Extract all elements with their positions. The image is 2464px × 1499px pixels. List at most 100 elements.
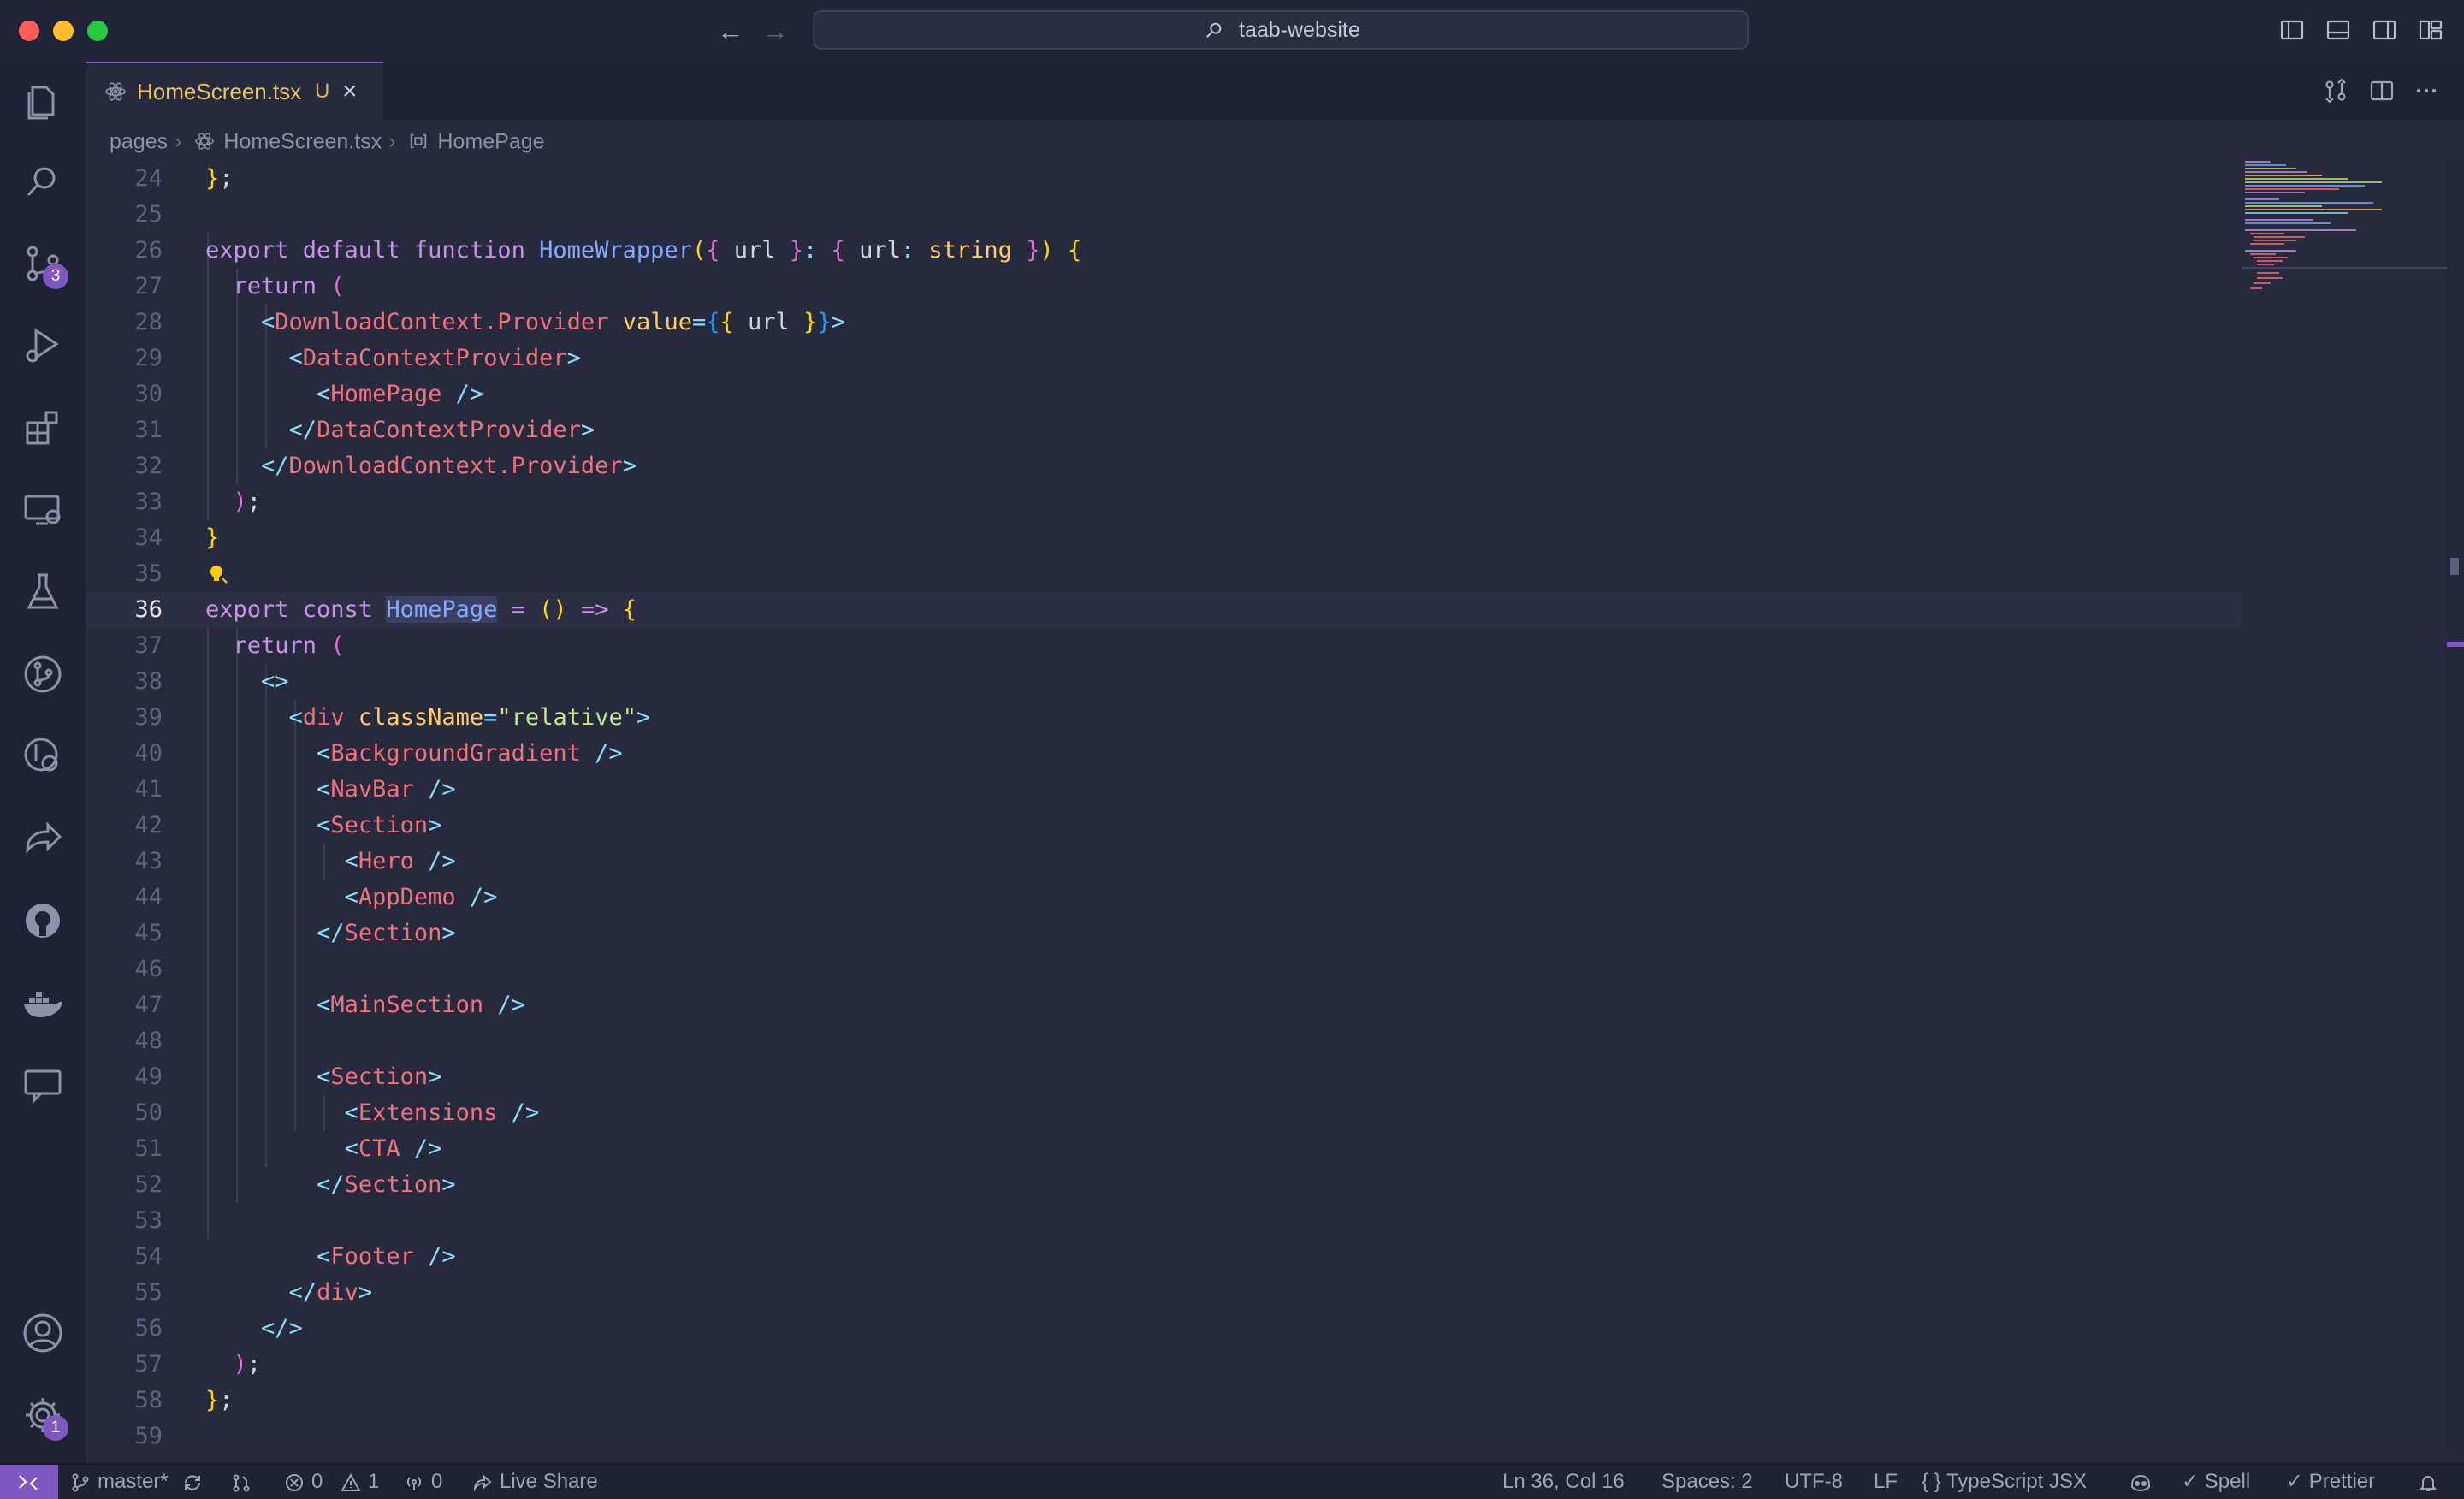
code-line-current[interactable]: 36 export const HomePage = () => {: [86, 592, 2242, 628]
comments-icon[interactable]: [21, 1063, 65, 1107]
code-line[interactable]: 29 <DataContextProvider>: [86, 341, 2242, 376]
code-text: </Section>: [317, 1171, 456, 1198]
minimize-window-button[interactable]: [53, 21, 74, 41]
accounts-icon[interactable]: [21, 1311, 65, 1355]
problems-status[interactable]: 0 1: [284, 1465, 379, 1499]
code-line[interactable]: 34 }: [86, 520, 2242, 556]
breadcrumb-file[interactable]: HomeScreen.tsx: [223, 129, 382, 153]
code-line[interactable]: 52 </Section>: [86, 1167, 2242, 1203]
error-icon: [286, 1473, 303, 1491]
react-file-icon: [195, 133, 215, 151]
toggle-panel-icon[interactable]: [2325, 17, 2351, 43]
docker-icon[interactable]: [21, 981, 65, 1025]
branch-status[interactable]: master*: [70, 1465, 210, 1499]
code-line[interactable]: 26 export default function HomeWrapper({…: [86, 233, 2242, 269]
code-line[interactable]: 33 );: [86, 484, 2242, 520]
code-line[interactable]: 59: [86, 1419, 2242, 1455]
code-line[interactable]: 50 <Extensions />: [86, 1095, 2242, 1131]
lightbulb-icon[interactable]: [207, 563, 229, 585]
github-icon[interactable]: [21, 898, 65, 943]
code-line[interactable]: 43 <Hero />: [86, 844, 2242, 880]
language-mode[interactable]: { } TypeScript JSX: [1922, 1465, 2087, 1499]
explorer-icon[interactable]: [21, 79, 65, 123]
git-lens-icon[interactable]: [21, 734, 65, 779]
remote-indicator[interactable]: [0, 1465, 58, 1499]
line-number: 50: [134, 1099, 163, 1126]
tab-close-icon[interactable]: ×: [342, 63, 358, 120]
breadcrumb-folder[interactable]: pages: [110, 129, 168, 153]
code-line[interactable]: 40 <BackgroundGradient />: [86, 736, 2242, 772]
code-line[interactable]: 45 </Section>: [86, 915, 2242, 951]
code-line[interactable]: 41 <NavBar />: [86, 772, 2242, 808]
line-number: 49: [134, 1064, 163, 1090]
indentation-status[interactable]: Spaces: 2: [1661, 1465, 1753, 1499]
split-editor-icon[interactable]: [2368, 77, 2396, 104]
code-line[interactable]: 30 <HomePage />: [86, 376, 2242, 412]
close-window-button[interactable]: [19, 21, 39, 41]
notifications-bell-icon[interactable]: [2418, 1472, 2438, 1493]
code-line[interactable]: 37 return (: [86, 628, 2242, 664]
code-line[interactable]: 57 );: [86, 1347, 2242, 1383]
code-line[interactable]: 54 <Footer />: [86, 1239, 2242, 1275]
code-line[interactable]: 49 <Section>: [86, 1059, 2242, 1095]
vertical-scrollbar[interactable]: [2447, 161, 2464, 1453]
copilot-icon[interactable]: [2129, 1472, 2153, 1493]
code-line[interactable]: 55 </div>: [86, 1275, 2242, 1311]
code-line[interactable]: 48: [86, 1023, 2242, 1059]
code-line[interactable]: 35: [86, 556, 2242, 592]
minimap[interactable]: [2242, 161, 2447, 1453]
testing-icon[interactable]: [21, 570, 65, 614]
back-arrow-icon[interactable]: ←: [714, 12, 748, 50]
command-center-search[interactable]: taab-website: [813, 10, 1749, 50]
code-line[interactable]: 42 <Section>: [86, 808, 2242, 844]
line-number: 24: [134, 165, 163, 192]
code-line[interactable]: 51 <CTA />: [86, 1131, 2242, 1167]
remote-explorer-icon[interactable]: [21, 488, 65, 532]
open-changes-icon[interactable]: [2322, 77, 2349, 104]
live-share-sidebar-icon[interactable]: [21, 816, 65, 861]
breadcrumb: pages › HomeScreen.tsx › HomePage: [110, 121, 545, 159]
code-line[interactable]: 39 <div className="relative">: [86, 700, 2242, 736]
settings-badge: 1: [43, 1415, 68, 1441]
search-icon: [1206, 22, 1222, 38]
manage-settings-icon[interactable]: 1: [21, 1393, 68, 1441]
search-sidebar-icon[interactable]: [21, 159, 65, 204]
code-editor[interactable]: 24 }; 25 26 export default function Home…: [86, 161, 2242, 1453]
code-line[interactable]: 28 <DownloadContext.Provider value={{ ur…: [86, 305, 2242, 341]
run-and-debug-icon[interactable]: [21, 323, 65, 368]
extensions-icon[interactable]: [21, 406, 65, 450]
more-actions-icon[interactable]: [2413, 77, 2440, 104]
code-line[interactable]: 44 <AppDemo />: [86, 880, 2242, 915]
toggle-primary-sidebar-icon[interactable]: [2279, 17, 2305, 43]
source-control-badge: 3: [43, 264, 68, 289]
code-line[interactable]: 53: [86, 1203, 2242, 1239]
live-share-status[interactable]: Live Share: [472, 1465, 598, 1499]
code-line[interactable]: 46: [86, 951, 2242, 987]
forward-arrow-icon[interactable]: →: [758, 12, 792, 50]
code-line[interactable]: 32 </DownloadContext.Provider>: [86, 448, 2242, 484]
code-line[interactable]: 27 return (: [86, 269, 2242, 305]
git-graph-icon[interactable]: [21, 652, 65, 696]
code-line[interactable]: 24 };: [86, 161, 2242, 197]
code-line[interactable]: 38 <>: [86, 664, 2242, 700]
breadcrumb-symbol[interactable]: HomePage: [437, 129, 544, 153]
spell-check-status[interactable]: ✓ Spell: [2182, 1465, 2250, 1499]
sync-icon[interactable]: [182, 1472, 203, 1493]
pull-requests-icon[interactable]: [231, 1472, 252, 1493]
search-text: taab-website: [1239, 18, 1360, 42]
maximize-window-button[interactable]: [87, 21, 108, 41]
code-line[interactable]: 58 };: [86, 1383, 2242, 1419]
code-line[interactable]: 31 </DataContextProvider>: [86, 412, 2242, 448]
source-control-icon[interactable]: 3: [21, 241, 68, 289]
eol-status[interactable]: LF: [1874, 1465, 1898, 1499]
encoding-status[interactable]: UTF-8: [1785, 1465, 1843, 1499]
prettier-status[interactable]: ✓ Prettier: [2286, 1465, 2375, 1499]
code-line[interactable]: 56 </>: [86, 1311, 2242, 1347]
toggle-secondary-sidebar-icon[interactable]: [2372, 17, 2397, 43]
ports-status[interactable]: 0: [404, 1465, 442, 1499]
customize-layout-icon[interactable]: [2418, 17, 2443, 43]
tab-homescreen-tsx[interactable]: HomeScreen.tsx U ×: [86, 62, 383, 120]
code-line[interactable]: 47 <MainSection />: [86, 987, 2242, 1023]
cursor-position[interactable]: Ln 36, Col 16: [1502, 1465, 1625, 1499]
code-line[interactable]: 25: [86, 197, 2242, 233]
